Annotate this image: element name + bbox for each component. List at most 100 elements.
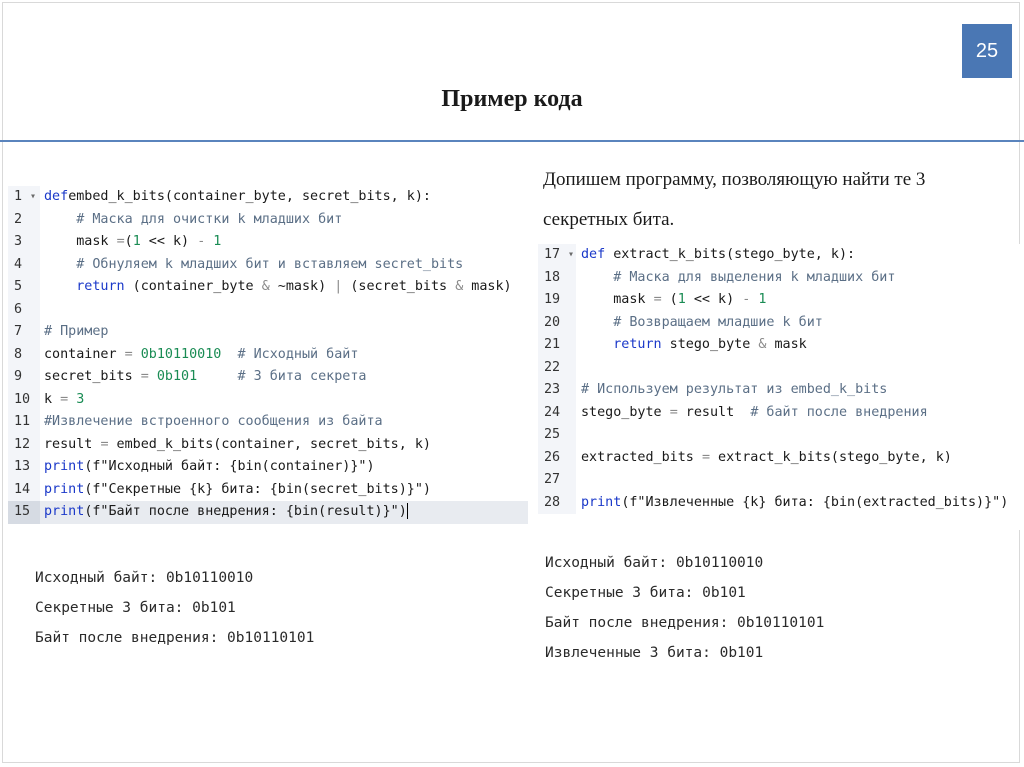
code-text[interactable]: secret_bits = 0b101 # 3 бита секрета	[44, 366, 367, 389]
code-line[interactable]: 3 mask =(1 << k) - 1	[8, 231, 528, 254]
code-text[interactable]: defembed_k_bits(container_byte, secret_b…	[44, 186, 431, 209]
code-line[interactable]: 11 #Извлечение встроенного сообщения из б…	[8, 411, 528, 434]
code-text[interactable]: return stego_byte & mask	[581, 334, 807, 357]
code-line[interactable]: 4 # Обнуляем k младших бит и вставляем s…	[8, 253, 528, 277]
code-token: secret_bits	[44, 369, 141, 384]
code-token: =	[100, 436, 109, 452]
code-text[interactable]: def extract_k_bits(stego_byte, k):	[581, 244, 855, 267]
code-text[interactable]: # Возвращаем младшие k бит	[581, 312, 823, 335]
code-text[interactable]: # Пример	[44, 321, 109, 344]
code-text[interactable]: # Маска для очистки k младших бит	[44, 209, 342, 232]
code-line[interactable]: 21 return stego_byte & mask	[538, 334, 1022, 357]
line-number: 20	[544, 314, 561, 330]
output-line: Извлеченные 3 бита: 0b101	[545, 645, 764, 661]
code-text[interactable]: mask = (1 << k) - 1	[581, 289, 766, 312]
line-gutter: 1 ▾	[8, 186, 40, 209]
line-gutter: 26	[538, 446, 576, 469]
line-gutter: 24	[538, 401, 576, 424]
code-text[interactable]: extracted_bits = extract_k_bits(stego_by…	[581, 447, 952, 470]
code-line[interactable]: 23 # Используем результат из embed_k_bits	[538, 379, 1022, 402]
code-token: (f"Байт после внедрения: {bin(result)}")	[84, 504, 407, 519]
code-line[interactable]: 26 extracted_bits = extract_k_bits(stego_…	[538, 446, 1022, 470]
line-gutter: 22	[538, 356, 576, 379]
code-line[interactable]: 2 # Маска для очистки k младших бит	[8, 208, 528, 232]
code-line[interactable]: 28 print(f"Извлеченные {k} бита: {bin(ext…	[538, 491, 1022, 515]
code-token: extracted_bits	[581, 449, 702, 465]
code-text[interactable]: k = 3	[44, 389, 84, 412]
code-line[interactable]: 24 stego_byte = result # байт после внедр…	[538, 401, 1022, 425]
code-text[interactable]: print(f"Исходный байт: {bin(container)}"…	[44, 456, 375, 479]
code-token: # Возвращаем младшие k бит	[613, 314, 823, 330]
code-line[interactable]: 9 secret_bits = 0b101 # 3 бита секрета	[8, 366, 528, 389]
code-token: (	[124, 234, 133, 249]
code-line[interactable]: 18 # Маска для выделения k младших бит	[538, 266, 1022, 290]
code-line[interactable]: 15 print(f"Байт после внедрения: {bin(res…	[8, 501, 528, 524]
code-line[interactable]: 13 print(f"Исходный байт: {bin(container)…	[8, 456, 528, 479]
line-number: 3	[14, 234, 23, 249]
code-line[interactable]: 6	[8, 298, 528, 321]
code-line[interactable]: 8 container = 0b10110010 # Исходный байт	[8, 343, 528, 367]
code-line[interactable]: 27	[538, 469, 1022, 492]
console-output-embed: Исходный байт: 0b10110010 Секретные 3 бит…	[35, 563, 314, 653]
line-number: 19	[544, 292, 561, 307]
line-number: 24	[544, 404, 561, 420]
code-token: result	[44, 436, 101, 452]
line-gutter: 20	[538, 311, 576, 334]
code-token: 3	[76, 391, 85, 407]
code-token: mask	[766, 337, 807, 352]
line-gutter: 5	[8, 276, 40, 299]
code-text[interactable]: #Извлечение встроенного сообщения из бай…	[44, 411, 383, 434]
code-text[interactable]: mask =(1 << k) - 1	[44, 231, 221, 254]
line-gutter: 19	[538, 289, 576, 312]
code-line[interactable]: 22	[538, 356, 1022, 379]
code-line[interactable]: 19 mask = (1 << k) - 1	[538, 289, 1022, 312]
code-token: =	[653, 292, 662, 307]
code-line[interactable]: 14 print(f"Секретные {k} бита: {bin(secre…	[8, 478, 528, 502]
title-divider	[0, 140, 1024, 142]
code-text[interactable]: print(f"Извлеченные {k} бита: {bin(extra…	[581, 492, 1008, 515]
code-token: container	[44, 346, 125, 362]
code-token: ~mask)	[269, 279, 335, 294]
code-text[interactable]: # Обнуляем k младших бит и вставляем sec…	[44, 254, 463, 277]
line-gutter: 7	[8, 321, 40, 344]
code-text[interactable]: result = embed_k_bits(container, secret_…	[44, 434, 431, 457]
code-token: mask)	[463, 279, 512, 294]
line-gutter: 2	[8, 208, 40, 231]
code-token: def	[581, 247, 606, 262]
code-line[interactable]: 7 # Пример	[8, 321, 528, 344]
line-number: 17	[544, 247, 561, 262]
line-number: 12	[14, 436, 31, 452]
code-text[interactable]: print(f"Байт после внедрения: {bin(resul…	[44, 501, 408, 524]
code-line[interactable]: 17 ▾ def extract_k_bits(stego_byte, k):	[538, 244, 1022, 267]
code-token: 1	[677, 292, 686, 307]
line-gutter: 21	[538, 334, 576, 357]
code-token: (	[661, 292, 678, 307]
line-gutter: 15	[8, 501, 40, 524]
code-token: return	[76, 279, 125, 294]
code-text[interactable]: container = 0b10110010 # Исходный байт	[44, 344, 358, 367]
code-editor-embed[interactable]: 1 ▾ defembed_k_bits(container_byte, secret…	[8, 186, 528, 526]
code-line[interactable]: 5 return (container_byte & ~mask) | (sec…	[8, 276, 528, 299]
line-number: 9	[14, 369, 23, 384]
code-token: mask	[581, 292, 654, 307]
fold-toggle-icon[interactable]: ▾	[30, 186, 36, 209]
code-text[interactable]: stego_byte = result # байт после внедрен…	[581, 402, 928, 425]
code-line[interactable]: 25	[538, 424, 1022, 447]
code-line[interactable]: 20 # Возвращаем младшие k бит	[538, 311, 1022, 335]
code-token: # 3 бита секрета	[237, 369, 367, 384]
code-line[interactable]: 1 ▾ defembed_k_bits(container_byte, secret…	[8, 186, 528, 209]
code-token: print	[44, 459, 85, 474]
code-text[interactable]: # Используем результат из embed_k_bits	[581, 379, 887, 402]
code-text[interactable]: # Маска для выделения k младших бит	[581, 267, 895, 290]
code-text[interactable]: print(f"Секретные {k} бита: {bin(secret_…	[44, 479, 431, 502]
code-text[interactable]: return (container_byte & ~mask) | (secre…	[44, 276, 512, 299]
output-line: Секретные 3 бита: 0b101	[545, 585, 746, 601]
code-line[interactable]: 12 result = embed_k_bits(container, secre…	[8, 433, 528, 457]
code-line[interactable]: 10 k = 3	[8, 388, 528, 412]
line-number: 21	[544, 337, 561, 352]
code-editor-extract[interactable]: 17 ▾ def extract_k_bits(stego_byte, k): 18 …	[538, 244, 1022, 530]
fold-toggle-icon[interactable]: ▾	[568, 244, 574, 267]
line-number: 26	[544, 449, 561, 465]
